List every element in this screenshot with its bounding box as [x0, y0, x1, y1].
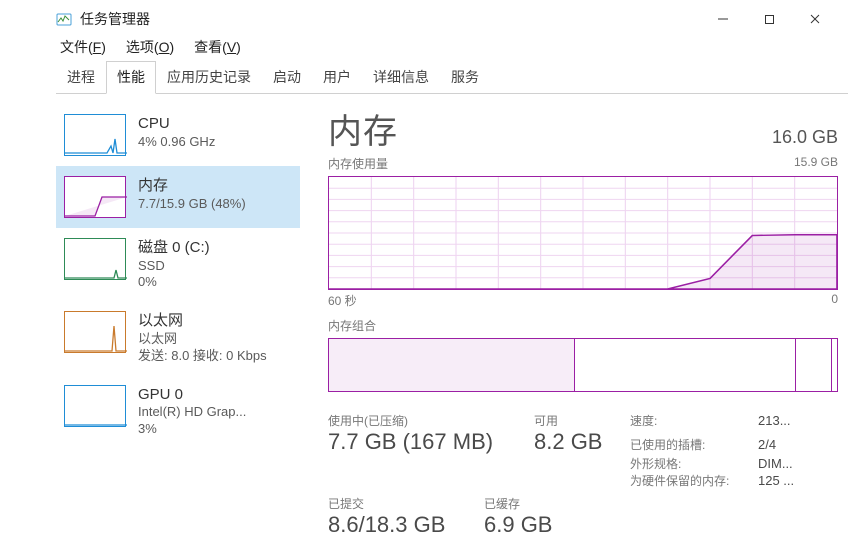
tab-services[interactable]: 服务 — [440, 61, 490, 94]
reserved-label: 为硬件保留的内存: — [630, 472, 752, 489]
tab-performance[interactable]: 性能 — [106, 61, 156, 94]
cached-value: 6.9 GB — [484, 512, 634, 538]
gpu-thumb-icon — [64, 385, 126, 427]
avail-label: 可用 — [534, 412, 624, 429]
eth-sub1: 以太网 — [138, 331, 267, 348]
slots-value: 2/4 — [758, 437, 814, 452]
tab-apphistory[interactable]: 应用历史记录 — [156, 61, 262, 94]
cpu-title: CPU — [138, 114, 215, 134]
tab-processes[interactable]: 进程 — [56, 61, 106, 94]
speed-value: 213... — [758, 413, 814, 428]
window-controls — [700, 6, 838, 32]
usage-chart-max: 15.9 GB — [794, 155, 838, 172]
resource-sidebar: CPU 4% 0.96 GHz 内存 7.7/15.9 GB (48%) — [56, 104, 300, 538]
tab-users[interactable]: 用户 — [312, 61, 362, 94]
speed-label: 速度: — [630, 412, 752, 429]
task-manager-icon — [56, 11, 72, 27]
composition-label: 内存组合 — [328, 317, 838, 334]
disk-sub1: SSD — [138, 258, 210, 275]
slots-label: 已使用的插槽: — [630, 436, 752, 453]
axis-right: 0 — [831, 292, 838, 309]
disk-sub2: 0% — [138, 274, 210, 291]
close-button[interactable] — [792, 6, 838, 32]
form-label: 外形规格: — [630, 455, 752, 472]
menu-bar: 文件(F) 选项(O) 查看(V) — [56, 32, 848, 58]
committed-label: 已提交 — [328, 495, 478, 512]
disk-thumb-icon — [64, 238, 126, 280]
inuse-value: 7.7 GB (167 MB) — [328, 429, 528, 455]
memory-sub: 7.7/15.9 GB (48%) — [138, 196, 246, 213]
window-title: 任务管理器 — [80, 9, 150, 29]
menu-options[interactable]: 选项(O) — [122, 35, 178, 59]
gpu-sub2: 3% — [138, 421, 246, 438]
sidebar-item-cpu[interactable]: CPU 4% 0.96 GHz — [56, 104, 300, 166]
tab-startup[interactable]: 启动 — [262, 61, 312, 94]
usage-chart-label: 内存使用量 — [328, 155, 388, 172]
maximize-button[interactable] — [746, 6, 792, 32]
sidebar-item-gpu[interactable]: GPU 0 Intel(R) HD Grap... 3% — [56, 375, 300, 448]
inuse-label: 使用中(已压缩) — [328, 412, 528, 429]
title-bar: 任务管理器 — [56, 6, 848, 32]
minimize-button[interactable] — [700, 6, 746, 32]
memory-usage-chart[interactable] — [328, 176, 838, 290]
performance-body: CPU 4% 0.96 GHz 内存 7.7/15.9 GB (48%) — [56, 94, 848, 538]
avail-value: 8.2 GB — [534, 429, 624, 455]
memory-title: 内存 — [138, 176, 246, 196]
disk-title: 磁盘 0 (C:) — [138, 238, 210, 258]
tab-bar: 进程 性能 应用历史记录 启动 用户 详细信息 服务 — [56, 60, 848, 94]
cpu-thumb-icon — [64, 114, 126, 156]
gpu-sub1: Intel(R) HD Grap... — [138, 404, 246, 421]
eth-sub2: 发送: 8.0 接收: 0 Kbps — [138, 348, 267, 365]
memory-stats-grid: 使用中(已压缩) 可用 速度: 213... 7.7 GB (167 MB) 8… — [328, 412, 838, 489]
sidebar-item-memory[interactable]: 内存 7.7/15.9 GB (48%) — [56, 166, 300, 228]
memory-panel: 内存 16.0 GB 内存使用量 15.9 GB 60 秒 0 内存组合 — [300, 104, 848, 538]
reserved-value: 125 ... — [758, 473, 814, 488]
committed-value: 8.6/18.3 GB — [328, 512, 478, 538]
menu-view[interactable]: 查看(V) — [190, 35, 245, 59]
ethernet-thumb-icon — [64, 311, 126, 353]
eth-title: 以太网 — [138, 311, 267, 331]
cpu-sub: 4% 0.96 GHz — [138, 134, 215, 151]
memory-thumb-icon — [64, 176, 126, 218]
menu-file[interactable]: 文件(F) — [56, 35, 110, 59]
memory-composition-chart[interactable] — [328, 338, 838, 392]
form-value: DIM... — [758, 456, 814, 471]
tab-details[interactable]: 详细信息 — [362, 61, 440, 94]
axis-left: 60 秒 — [328, 292, 357, 309]
sidebar-item-ethernet[interactable]: 以太网 以太网 发送: 8.0 接收: 0 Kbps — [56, 301, 300, 374]
gpu-title: GPU 0 — [138, 385, 246, 405]
sidebar-item-disk[interactable]: 磁盘 0 (C:) SSD 0% — [56, 228, 300, 301]
cached-label: 已缓存 — [484, 495, 634, 512]
panel-heading: 内存 — [328, 104, 398, 153]
panel-total-memory: 16.0 GB — [772, 127, 838, 148]
